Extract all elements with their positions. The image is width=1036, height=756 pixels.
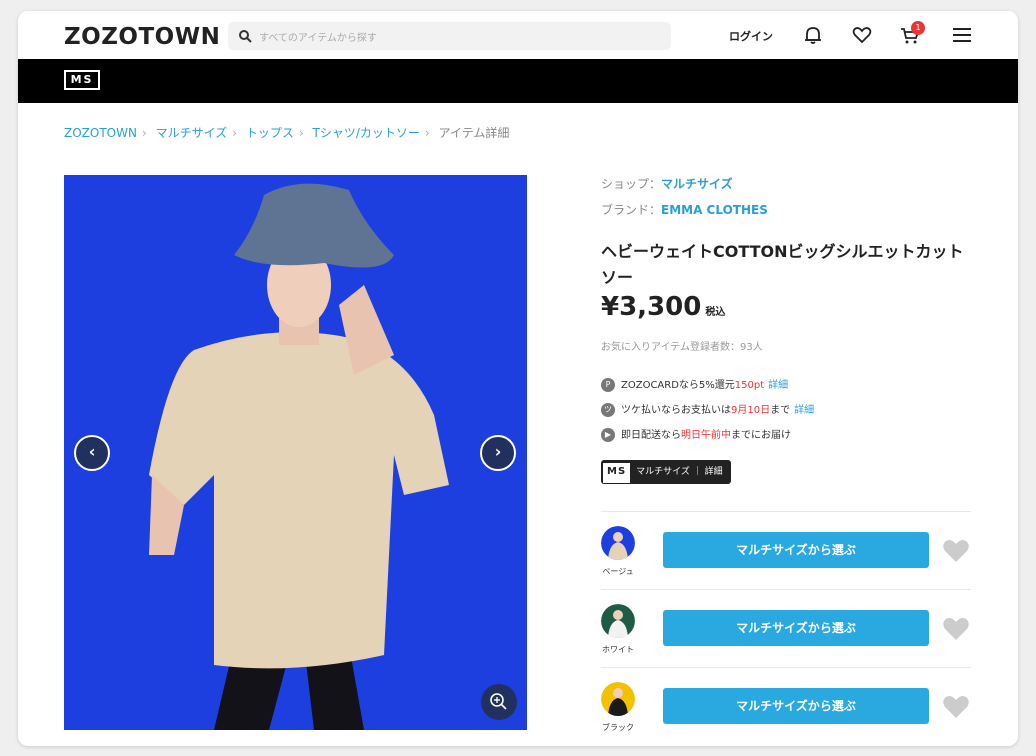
variant-row: ブラック マルチサイズから選ぶ: [601, 667, 971, 745]
zoom-icon: [490, 693, 507, 710]
site-logo[interactable]: ZOZOTOWN: [64, 24, 220, 50]
variant-thumbnail-beige[interactable]: [601, 526, 635, 560]
ship-time: 明日午前中: [681, 430, 731, 441]
favorite-heart-icon[interactable]: [941, 616, 971, 642]
variant-thumbnail-white[interactable]: [601, 604, 635, 638]
brand-label: ブランド：: [601, 203, 662, 217]
tax-label: 税込: [705, 307, 726, 318]
page-frame: ZOZOTOWN すべてのアイテムから探す ログイン 1 MS ZOZOTOWN…: [18, 11, 1018, 746]
multisize-detail-badge[interactable]: MS マルチサイズ ｜ 詳細: [601, 460, 731, 484]
shipping-perk: ▶ 即日配送なら明日午前中までにお届け: [601, 426, 791, 442]
search-placeholder: すべてのアイテムから探す: [259, 33, 377, 44]
site-header: ZOZOTOWN すべてのアイテムから探す ログイン 1: [18, 11, 1018, 59]
variant-row: ホワイト マルチサイズから選ぶ: [601, 589, 971, 667]
breadcrumb-multisize[interactable]: マルチサイズ: [156, 126, 228, 140]
ms-badge-logo: MS: [603, 463, 631, 483]
zoom-button[interactable]: [481, 684, 517, 720]
ship-text: 即日配送なら: [621, 430, 681, 441]
shop-label: ショップ：: [601, 177, 662, 191]
zozocard-perk: P ZOZOCARDなら5%還元150pt 詳細: [601, 376, 788, 392]
bell-icon[interactable]: [801, 23, 825, 47]
shop-row: ショップ：マルチサイズ: [601, 175, 733, 192]
choose-size-button[interactable]: マルチサイズから選ぶ: [663, 610, 929, 646]
breadcrumb: ZOZOTOWN › マルチサイズ › トップス › Tシャツ/カットソー › アイテム…: [64, 126, 510, 140]
ship-post: までにお届け: [731, 430, 791, 441]
variant-label: ホワイト: [602, 645, 634, 654]
favorite-heart-icon[interactable]: [941, 694, 971, 720]
breadcrumb-tshirts[interactable]: Tシャツ/カットソー: [313, 126, 420, 140]
login-link[interactable]: ログイン: [729, 28, 773, 44]
breadcrumb-zozotown[interactable]: ZOZOTOWN: [64, 126, 137, 140]
choose-size-button[interactable]: マルチサイズから選ぶ: [663, 532, 929, 568]
search-icon: [239, 30, 252, 43]
truck-icon: ▶: [601, 428, 615, 442]
tsuke-perk: ツツケ払いならお支払いは9月10日まで 詳細: [601, 401, 814, 417]
prev-image-button[interactable]: ‹: [74, 435, 110, 471]
shop-link[interactable]: マルチサイズ: [661, 177, 733, 191]
menu-icon[interactable]: [950, 23, 974, 47]
next-image-button[interactable]: ›: [480, 435, 516, 471]
heart-icon[interactable]: [850, 23, 874, 47]
tsuke-text: ツケ払いならお支払いは: [621, 405, 731, 416]
tsuke-date: 9月10日: [731, 405, 771, 416]
breadcrumb-tops[interactable]: トップス: [246, 126, 294, 140]
brand-link[interactable]: EMMA CLOTHES: [661, 203, 768, 217]
brand-row: ブランド：EMMA CLOTHES: [601, 201, 768, 218]
price-value: ¥3,300: [601, 292, 702, 322]
search-input[interactable]: すべてのアイテムから探す: [228, 22, 671, 50]
point-icon: P: [601, 378, 615, 392]
multisize-bar: MS: [18, 59, 1018, 103]
tsuke-icon: ツ: [601, 403, 615, 417]
favorites-count: お気に入りアイテム登録者数：93人: [601, 342, 763, 353]
favorite-heart-icon[interactable]: [941, 538, 971, 564]
variant-label: ブラック: [602, 723, 634, 732]
choose-size-button[interactable]: マルチサイズから選ぶ: [663, 688, 929, 724]
ms-badge-text: マルチサイズ ｜ 詳細: [636, 467, 723, 477]
variant-label: ベージュ: [602, 567, 634, 576]
product-image[interactable]: ‹ ›: [64, 175, 527, 730]
product-photo-illustration: [64, 175, 527, 730]
tsuke-post: まで: [770, 405, 791, 416]
multisize-logo[interactable]: MS: [64, 70, 100, 90]
card-points: 150pt: [734, 380, 765, 391]
tsuke-detail-link[interactable]: 詳細: [794, 405, 814, 416]
breadcrumb-current: アイテム詳細: [438, 126, 510, 140]
product-title: ヘビーウェイトCOTTONビッグシルエットカットソー: [601, 242, 964, 287]
product-price: ¥3,300 税込: [601, 292, 725, 322]
card-detail-link[interactable]: 詳細: [768, 380, 788, 391]
variant-row: ベージュ マルチサイズから選ぶ: [601, 511, 971, 589]
variant-thumbnail-black[interactable]: [601, 682, 635, 716]
card-text: ZOZOCARDなら5%還元: [621, 380, 735, 391]
cart-count-badge: 1: [911, 21, 925, 35]
